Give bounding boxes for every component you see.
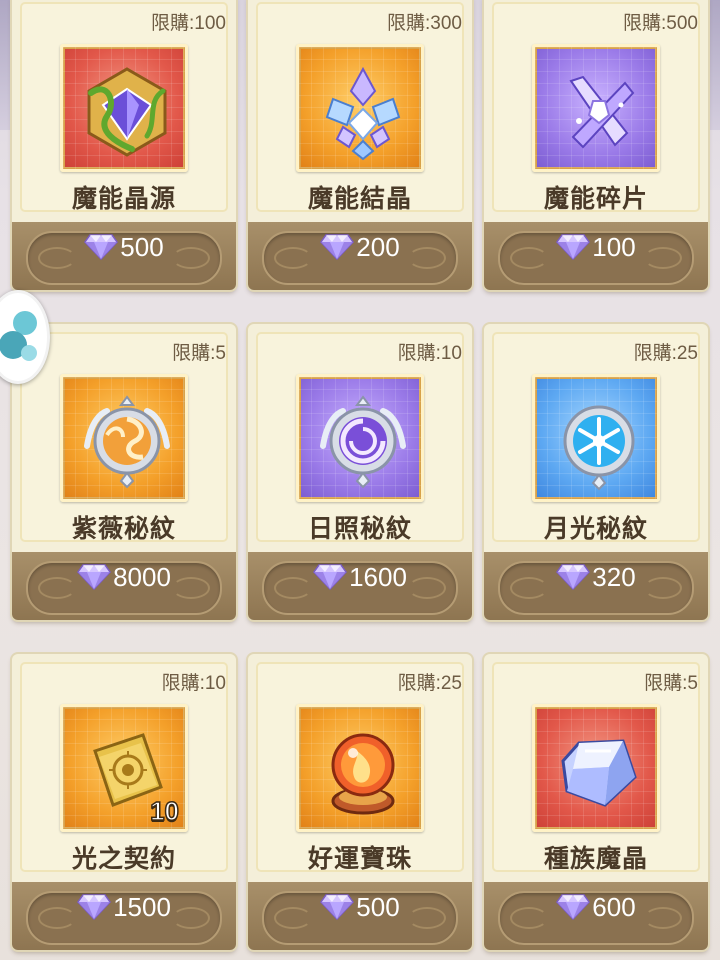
price-bar[interactable]: 500 [248,882,472,950]
shop-item-grid: 限購:100 魔能晶源 500 限購:300 魔能結晶 200 限購:500 魔… [0,0,720,960]
shop-item-card[interactable]: 限購:10 日照秘紋 1600 [248,324,472,620]
price-bar[interactable]: 8000 [12,552,236,620]
shop-item-card[interactable]: 限購:100 魔能晶源 500 [12,0,236,290]
shop-item-card[interactable]: 限購:5 紫薇秘紋 8000 [12,324,236,620]
item-price: 500 [120,232,164,262]
purchase-limit: 限購:100 [151,13,226,34]
purchase-limit: 限購:300 [387,13,462,34]
sun-emblem-icon [320,395,406,489]
item-price: 8000 [113,562,171,592]
price-bar[interactable]: 320 [484,552,708,620]
item-icon-frame [296,44,424,172]
item-price: 500 [356,892,400,922]
shop-item-card[interactable]: 限購:25 月光秘紋 320 [484,324,708,620]
price-bar[interactable]: 600 [484,882,708,950]
item-name: 種族魔晶 [543,845,648,873]
price-bar[interactable]: 100 [484,222,708,290]
item-name: 魔能晶源 [71,185,176,213]
purchase-limit: 限購:5 [172,343,226,364]
item-icon-frame [532,374,660,502]
diamond-gem-icon [77,564,112,591]
price-bar[interactable]: 500 [12,222,236,290]
diamond-gem-icon [320,234,355,261]
item-name: 魔能碎片 [543,185,648,213]
item-icon-frame: 10 [60,704,188,832]
purchase-limit: 限購:10 [397,343,462,364]
price-bar[interactable]: 1500 [12,882,236,950]
shop-item-card[interactable]: 限購:500 魔能碎片 100 [484,0,708,290]
diamond-gem-icon [556,564,591,591]
diamond-gem-icon [77,894,112,921]
item-name: 好運寶珠 [307,845,412,873]
item-quantity: 10 [149,795,179,827]
shop-item-card[interactable]: 限購:25 好運寶珠 500 [248,654,472,950]
item-icon-frame [296,374,424,502]
vine-crystal-cube-icon [87,67,167,157]
shop-item-card[interactable]: 限購:5 種族魔晶 600 [484,654,708,950]
diamond-gem-icon [320,894,355,921]
fire-orb-icon [331,733,395,815]
item-icon-frame [60,44,188,172]
purchase-limit: 限購:5 [644,673,698,694]
crystal-cluster-icon [325,66,401,161]
item-price: 200 [356,232,400,262]
item-name: 光之契約 [71,845,176,873]
item-icon-frame [532,44,660,172]
item-icon-frame [60,374,188,502]
diamond-gem-icon [84,234,119,261]
snowflake-emblem-icon [563,405,635,491]
item-price: 600 [592,892,636,922]
item-price: 1600 [349,562,407,592]
item-price: 320 [592,562,636,592]
diamond-gem-icon [313,564,348,591]
blue-crystal-cube-icon [561,739,637,807]
item-icon-frame [532,704,660,832]
swirl-menu-icon [0,311,37,361]
purchase-limit: 限購:25 [633,343,698,364]
item-icon-frame [296,704,424,832]
price-bar[interactable]: 200 [248,222,472,290]
item-name: 日照秘紋 [307,515,412,543]
diamond-gem-icon [556,234,591,261]
item-price: 1500 [113,892,171,922]
crystal-shards-icon [569,75,635,149]
shop-item-card[interactable]: 限購:300 魔能結晶 200 [248,0,472,290]
item-name: 月光秘紋 [543,515,648,543]
price-bar[interactable]: 1600 [248,552,472,620]
item-name: 魔能結晶 [307,185,412,213]
swirl-emblem-icon [84,395,170,489]
item-price: 100 [592,232,636,262]
diamond-gem-icon [556,894,591,921]
purchase-limit: 限購:500 [623,13,698,34]
shop-item-card[interactable]: 限購:10 10 光之契約 1500 [12,654,236,950]
purchase-limit: 限購:25 [397,673,462,694]
purchase-limit: 限購:10 [161,673,226,694]
item-name: 紫薇秘紋 [71,515,176,543]
